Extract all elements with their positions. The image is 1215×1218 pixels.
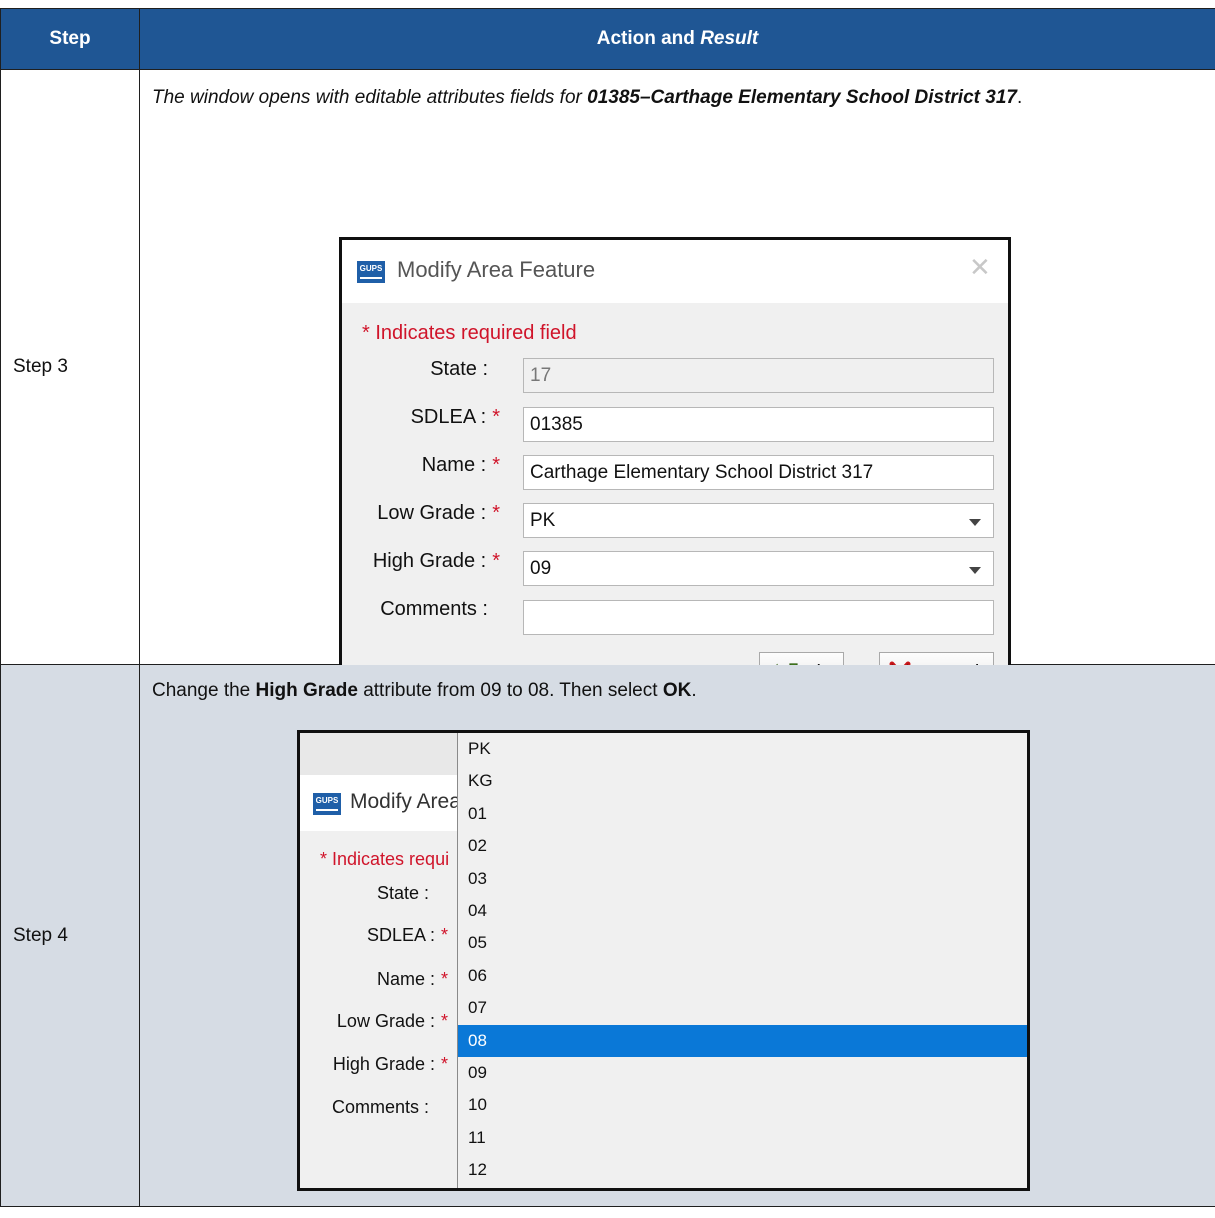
sdlea-label: SDLEA : *	[366, 925, 448, 945]
dropdown-option[interactable]: 01	[458, 798, 1027, 830]
dropdown-option[interactable]: 02	[458, 830, 1027, 862]
action-cell: Change the High Grade attribute from 09 …	[139, 664, 1215, 1207]
state-label: State :	[376, 883, 429, 903]
step-label: Step 4	[0, 664, 140, 1207]
dropdown-option[interactable]: PK	[458, 733, 1027, 765]
dropdown-option[interactable]: 10	[458, 1089, 1027, 1121]
dropdown-option[interactable]: 03	[458, 863, 1027, 895]
gups-logo: GUPS	[357, 261, 385, 283]
dialog-title: Modify Area	[350, 790, 461, 813]
state-field[interactable]: 17	[523, 358, 994, 393]
dropdown-option[interactable]: 07	[458, 992, 1027, 1024]
step-label: Step 3	[0, 69, 140, 665]
comments-label: Comments :	[331, 1097, 429, 1117]
close-icon[interactable]: ✕	[969, 252, 991, 283]
comments-label: Comments :	[380, 598, 488, 620]
sdlea-field[interactable]: 01385	[523, 407, 994, 442]
document: Step Action and Result Step 3 The window…	[0, 0, 1215, 1218]
comments-field[interactable]	[523, 600, 994, 635]
low-grade-select[interactable]: PK	[523, 503, 994, 538]
dropdown-option[interactable]: 11	[458, 1122, 1027, 1154]
dropdown-option[interactable]: 08	[458, 1024, 1027, 1057]
modify-area-dialog-dropdown: GUPS Modify Area * Indicates requi State…	[297, 730, 1030, 1191]
action-cell: The window opens with editable attribute…	[139, 69, 1215, 720]
dropdown-option[interactable]: 06	[458, 960, 1027, 992]
dropdown-option[interactable]: 05	[458, 927, 1027, 959]
name-label: Name : *	[421, 454, 500, 476]
modify-area-dialog: GUPS Modify Area Feature ✕ * Indicates r…	[339, 237, 1011, 720]
dialog-title: Modify Area Feature	[397, 257, 596, 282]
high-grade-label: High Grade : *	[372, 550, 500, 572]
header-step: Step	[0, 8, 140, 70]
table-row: Step 4 Change the High Grade attribute f…	[0, 664, 1215, 1207]
table-header-row: Step Action and Result	[0, 8, 1215, 70]
chevron-down-icon	[969, 519, 981, 526]
state-label: State :	[430, 358, 488, 380]
dropdown-option[interactable]: KG	[458, 765, 1027, 797]
table-row: Step 3 The window opens with editable at…	[0, 69, 1215, 720]
dropdown-option[interactable]: 09	[458, 1057, 1027, 1089]
dropdown-option[interactable]: 04	[458, 895, 1027, 927]
header-result: Result	[700, 28, 759, 49]
header-action: Action and Result	[139, 8, 1215, 70]
required-note: * Indicates required field	[362, 322, 577, 344]
low-grade-label: Low Grade : *	[336, 1011, 448, 1031]
step4-text: Change the High Grade attribute from 09 …	[152, 680, 697, 701]
low-grade-label: Low Grade : *	[377, 502, 500, 524]
name-field[interactable]: Carthage Elementary School District 317	[523, 455, 994, 490]
step3-text: The window opens with editable attribute…	[152, 87, 1023, 108]
sdlea-label: SDLEA : *	[410, 406, 500, 428]
high-grade-label: High Grade : *	[332, 1054, 448, 1074]
dropdown-option[interactable]: 12	[458, 1154, 1027, 1186]
required-note: * Indicates requi	[320, 849, 450, 869]
high-grade-dropdown-list[interactable]: PK KG 01 02 03 04 05 06 07 08 09 10 11 12	[457, 733, 1027, 1188]
dialog-titlebar: GUPS Modify Area Feature ✕	[342, 240, 1008, 303]
steps-table: Step Action and Result Step 3 The window…	[0, 8, 1215, 1207]
gups-logo: GUPS	[313, 793, 341, 815]
name-label: Name : *	[376, 969, 448, 989]
chevron-down-icon	[969, 567, 981, 574]
high-grade-select[interactable]: 09	[523, 551, 994, 586]
